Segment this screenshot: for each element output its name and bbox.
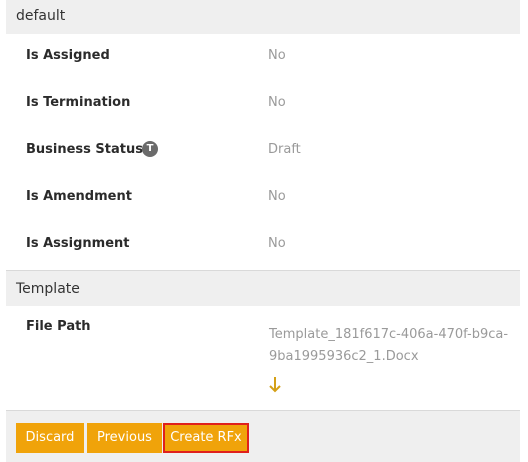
create-rfx-button[interactable]: Create RFx [163, 423, 249, 453]
file-path-value: Template_181f617c-406a-470f-b9ca-9ba1995… [269, 327, 509, 364]
rfx-form-page: default Is Assigned No Is Termination No… [0, 0, 528, 462]
field-label: Is Amendment [26, 189, 132, 204]
field-label: File Path [26, 319, 91, 334]
download-arrow-icon[interactable] [268, 376, 282, 394]
field-value: No [268, 95, 286, 110]
field-row-is-assigned: Is Assigned No [26, 48, 506, 68]
field-value: No [268, 48, 286, 63]
previous-button[interactable]: Previous [87, 423, 162, 453]
section-header-default: default [6, 0, 520, 34]
field-row-is-amendment: Is Amendment No [26, 189, 506, 209]
discard-button[interactable]: Discard [16, 423, 84, 453]
field-value: No [268, 236, 286, 251]
field-label: Is Assigned [26, 48, 110, 63]
translate-badge-icon[interactable]: T [142, 141, 158, 157]
section-title-template: Template [16, 281, 80, 297]
field-value: No [268, 189, 286, 204]
field-label: Is Assignment [26, 236, 130, 251]
field-row-business-status: Business Status T Draft [26, 141, 506, 162]
section-header-template: Template [6, 270, 520, 306]
form-footer: Discard Previous Create RFx [6, 410, 520, 462]
field-label: Business Status [26, 142, 143, 157]
field-label: Is Termination [26, 95, 131, 110]
section-title-default: default [16, 8, 66, 24]
field-value: Draft [268, 142, 301, 157]
field-row-is-assignment: Is Assignment No [26, 236, 506, 256]
field-row-is-termination: Is Termination No [26, 95, 506, 115]
